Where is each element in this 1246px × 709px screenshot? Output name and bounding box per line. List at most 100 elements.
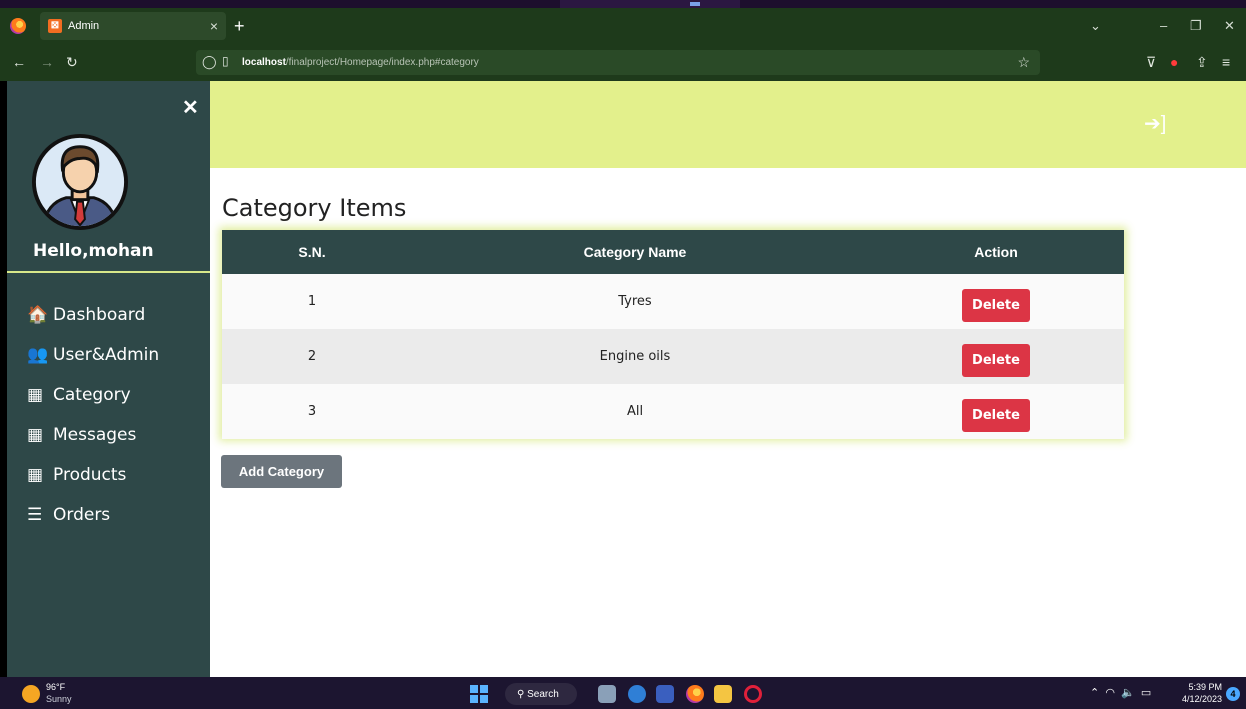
sidebar-item-label: Messages bbox=[53, 425, 137, 445]
top-strip bbox=[0, 0, 1246, 8]
list-tabs-icon[interactable]: ⌄ bbox=[1090, 18, 1101, 34]
table-row: 2 Engine oils Delete bbox=[222, 329, 1124, 384]
close-tab-icon[interactable]: × bbox=[210, 18, 218, 34]
sidebar-item-label: Category bbox=[53, 385, 131, 405]
menu-icon[interactable]: ≡ bbox=[1222, 54, 1230, 70]
tab-admin[interactable]: ⊠ Admin × bbox=[40, 12, 226, 40]
back-icon[interactable]: ← bbox=[12, 54, 26, 70]
store-icon[interactable] bbox=[656, 685, 674, 703]
task-view-icon[interactable] bbox=[598, 685, 616, 703]
share-icon[interactable]: ⇪ bbox=[1196, 54, 1208, 71]
desktop-strip bbox=[0, 0, 560, 8]
bookmark-star-icon[interactable]: ☆ bbox=[1017, 54, 1030, 71]
weather-sun-icon[interactable] bbox=[22, 685, 40, 703]
add-category-button[interactable]: Add Category bbox=[221, 455, 342, 488]
date: 4/12/2023 bbox=[1181, 694, 1222, 704]
new-tab-button[interactable]: + bbox=[234, 17, 245, 35]
url-path: /finalproject/Homepage/index.php#categor… bbox=[285, 57, 479, 68]
opera-icon[interactable] bbox=[744, 685, 762, 703]
category-table-card: S.N. Category Name Action 1 Tyres Delete… bbox=[222, 230, 1124, 439]
edge-icon[interactable] bbox=[628, 685, 646, 703]
table-row: 3 All Delete bbox=[222, 384, 1124, 439]
sidebar-item-products[interactable]: ▦ Products bbox=[27, 455, 159, 495]
cell-action: Delete bbox=[868, 384, 1124, 439]
table-row: 1 Tyres Delete bbox=[222, 274, 1124, 329]
table-header-row: S.N. Category Name Action bbox=[222, 230, 1124, 274]
cell-category-name: Engine oils bbox=[599, 349, 671, 364]
sidebar-close-icon[interactable]: ✕ bbox=[182, 95, 199, 120]
clock[interactable]: 5:39 PM 4/12/2023 bbox=[1176, 681, 1222, 705]
sidebar-item-category[interactable]: ▦ Category bbox=[27, 375, 159, 415]
browser-tab-bar: ⊠ Admin × + ⌄ – ❐ ✕ bbox=[0, 8, 1246, 44]
list-icon: ☰ bbox=[27, 505, 43, 525]
windows-start-icon[interactable] bbox=[470, 685, 488, 703]
users-icon: 👥 bbox=[27, 345, 49, 365]
avatar bbox=[31, 133, 129, 231]
sidebar: ✕ Hello,mohan 🏠 Dashboard 👥 User&Admin ▦ Ca… bbox=[7, 81, 210, 677]
file-explorer-icon[interactable] bbox=[714, 685, 732, 703]
sidebar-item-label: Products bbox=[53, 465, 127, 485]
restore-icon[interactable]: ❐ bbox=[1190, 18, 1202, 34]
screen: ⊠ Admin × + ⌄ – ❐ ✕ ← → ↻ ◯ ▯ localhost/… bbox=[0, 0, 1246, 709]
pocket-icon[interactable]: ⊽ bbox=[1146, 54, 1156, 71]
search-icon: ⚲ bbox=[517, 688, 528, 700]
logout-icon[interactable]: ➔] bbox=[1144, 111, 1166, 136]
cell-category-name: Tyres bbox=[618, 294, 652, 309]
taskbar-search[interactable]: ⚲ Search bbox=[505, 683, 577, 705]
column-header-sn: S.N. bbox=[298, 244, 326, 260]
minimize-icon[interactable]: – bbox=[1160, 18, 1167, 33]
home-icon: 🏠 bbox=[27, 305, 49, 325]
main-content: ➔] Category Items S.N. Category Name Act… bbox=[210, 81, 1246, 677]
sidebar-item-dashboard[interactable]: 🏠 Dashboard bbox=[27, 295, 159, 335]
greeting: Hello,mohan bbox=[33, 241, 154, 261]
grid-icon: ▦ bbox=[27, 465, 44, 485]
sidebar-item-label: Orders bbox=[53, 505, 111, 525]
sidebar-item-messages[interactable]: ▦ Messages bbox=[27, 415, 159, 455]
forward-icon[interactable]: → bbox=[40, 54, 54, 70]
xampp-icon: ⊠ bbox=[48, 19, 62, 33]
sidebar-item-label: User&Admin bbox=[53, 345, 160, 365]
cell-sn: 3 bbox=[307, 404, 317, 419]
top-banner: ➔] bbox=[210, 81, 1246, 168]
search-label: Search bbox=[527, 688, 559, 700]
delete-button[interactable]: Delete bbox=[962, 289, 1030, 322]
sidebar-item-orders[interactable]: ☰ Orders bbox=[27, 495, 159, 535]
sidebar-divider bbox=[7, 271, 210, 273]
grid-icon: ▦ bbox=[27, 385, 44, 405]
cell-action: Delete bbox=[868, 329, 1124, 384]
tracking-shield-icon[interactable]: ◯ bbox=[202, 54, 217, 70]
column-header-action: Action bbox=[974, 244, 1018, 260]
notification-badge[interactable]: 4 bbox=[1226, 687, 1240, 701]
system-tray-icons[interactable]: ⌃ ◠ 🔈 ▭ bbox=[1090, 686, 1151, 699]
sidebar-item-label: Dashboard bbox=[53, 305, 146, 325]
weather-temp[interactable]: 96°F bbox=[46, 682, 65, 692]
cell-category-name: All bbox=[626, 404, 644, 419]
category-table: S.N. Category Name Action 1 Tyres Delete… bbox=[222, 230, 1124, 439]
sidebar-menu: 🏠 Dashboard 👥 User&Admin ▦ Category ▦ Messag… bbox=[27, 295, 159, 535]
page-icon[interactable]: ▯ bbox=[222, 54, 229, 68]
grid-icon: ▦ bbox=[27, 425, 44, 445]
desktop-strip-right bbox=[740, 0, 1246, 8]
weather-desc[interactable]: Sunny bbox=[46, 694, 72, 704]
browser-nav-bar: ← → ↻ ◯ ▯ localhost/finalproject/Homepag… bbox=[0, 44, 1246, 81]
cell-sn: 2 bbox=[307, 349, 317, 364]
address-bar[interactable]: ◯ ▯ localhost/finalproject/Homepage/inde… bbox=[196, 50, 1040, 75]
url-text[interactable]: localhost/finalproject/Homepage/index.ph… bbox=[242, 57, 479, 68]
cell-action: Delete bbox=[868, 274, 1124, 329]
tab-title: Admin bbox=[68, 20, 100, 32]
time: 5:39 PM bbox=[1188, 682, 1222, 692]
sidebar-item-user-admin[interactable]: 👥 User&Admin bbox=[27, 335, 159, 375]
url-host: localhost bbox=[242, 57, 286, 68]
page-title: Category Items bbox=[222, 194, 407, 222]
close-window-icon[interactable]: ✕ bbox=[1224, 18, 1235, 34]
column-header-category-name: Category Name bbox=[583, 244, 687, 260]
firefox-taskbar-icon[interactable] bbox=[686, 685, 704, 703]
cell-sn: 1 bbox=[307, 294, 317, 309]
indicator-icon bbox=[690, 2, 700, 6]
delete-button[interactable]: Delete bbox=[962, 399, 1030, 432]
firefox-icon[interactable] bbox=[10, 18, 26, 34]
extension-icon[interactable]: ● bbox=[1170, 54, 1178, 70]
taskbar: 96°F Sunny ⚲ Search ⌃ ◠ 🔈 ▭ 5:39 PM 4/12… bbox=[0, 677, 1246, 709]
reload-icon[interactable]: ↻ bbox=[66, 54, 78, 71]
delete-button[interactable]: Delete bbox=[962, 344, 1030, 377]
